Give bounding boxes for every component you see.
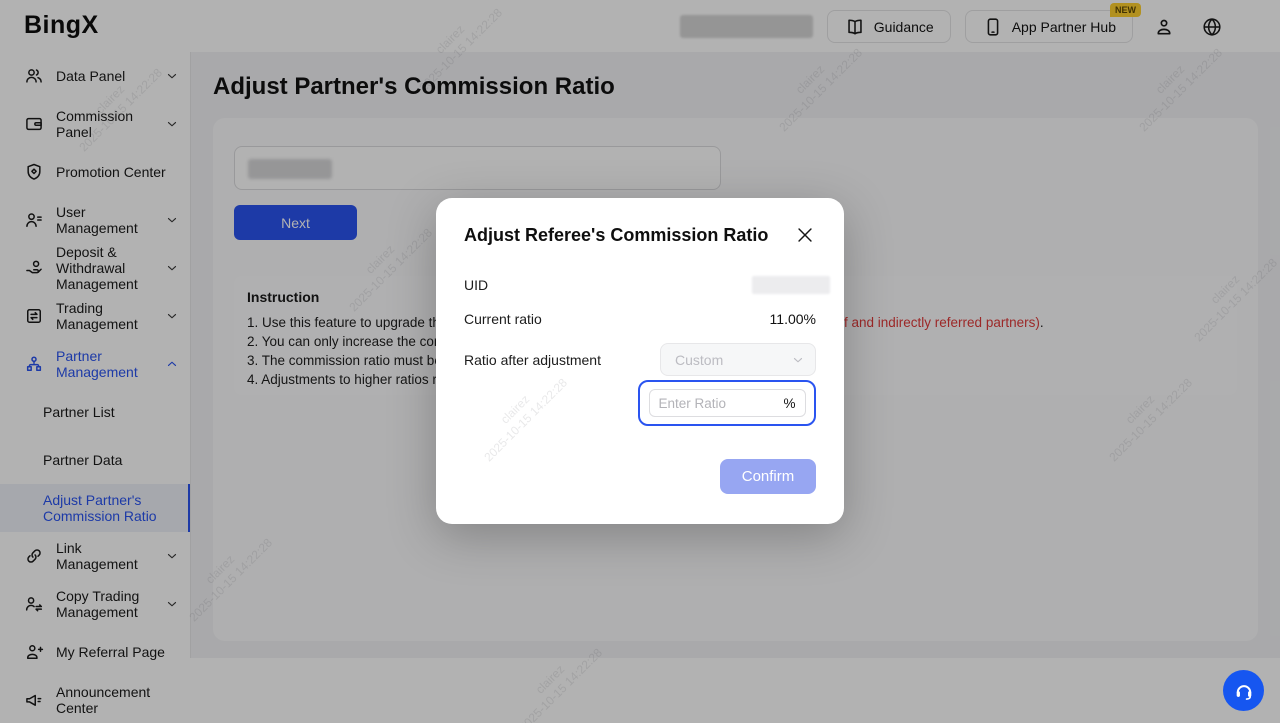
close-button[interactable] bbox=[794, 224, 816, 246]
confirm-button[interactable]: Confirm bbox=[720, 459, 816, 494]
redacted-referee-uid bbox=[752, 276, 830, 294]
current-ratio-row: Current ratio 11.00% bbox=[464, 311, 816, 327]
ratio-mode-selected-value: Custom bbox=[675, 352, 723, 368]
adjust-referee-commission-modal: Adjust Referee's Commission Ratio UID Cu… bbox=[436, 198, 844, 524]
page: Adjust Partner's Commission Ratio Next I… bbox=[0, 0, 1280, 723]
uid-label: UID bbox=[464, 277, 488, 293]
ratio-input-wrapper: % bbox=[649, 389, 806, 417]
chevron-down-icon bbox=[791, 353, 805, 367]
ratio-input[interactable] bbox=[659, 396, 784, 411]
support-button[interactable] bbox=[1223, 670, 1264, 711]
ratio-after-adjustment-label: Ratio after adjustment bbox=[464, 352, 601, 368]
ratio-after-adjustment-row: Ratio after adjustment Custom bbox=[464, 343, 816, 376]
ratio-mode-select[interactable]: Custom bbox=[660, 343, 816, 376]
close-icon bbox=[794, 224, 816, 246]
current-ratio-value: 11.00% bbox=[770, 311, 816, 327]
headset-icon bbox=[1233, 680, 1255, 702]
current-ratio-label: Current ratio bbox=[464, 311, 542, 327]
uid-row: UID bbox=[464, 276, 816, 294]
modal-title: Adjust Referee's Commission Ratio bbox=[464, 225, 768, 246]
percent-suffix: % bbox=[783, 396, 795, 411]
ratio-input-focus-ring: % bbox=[638, 380, 816, 426]
